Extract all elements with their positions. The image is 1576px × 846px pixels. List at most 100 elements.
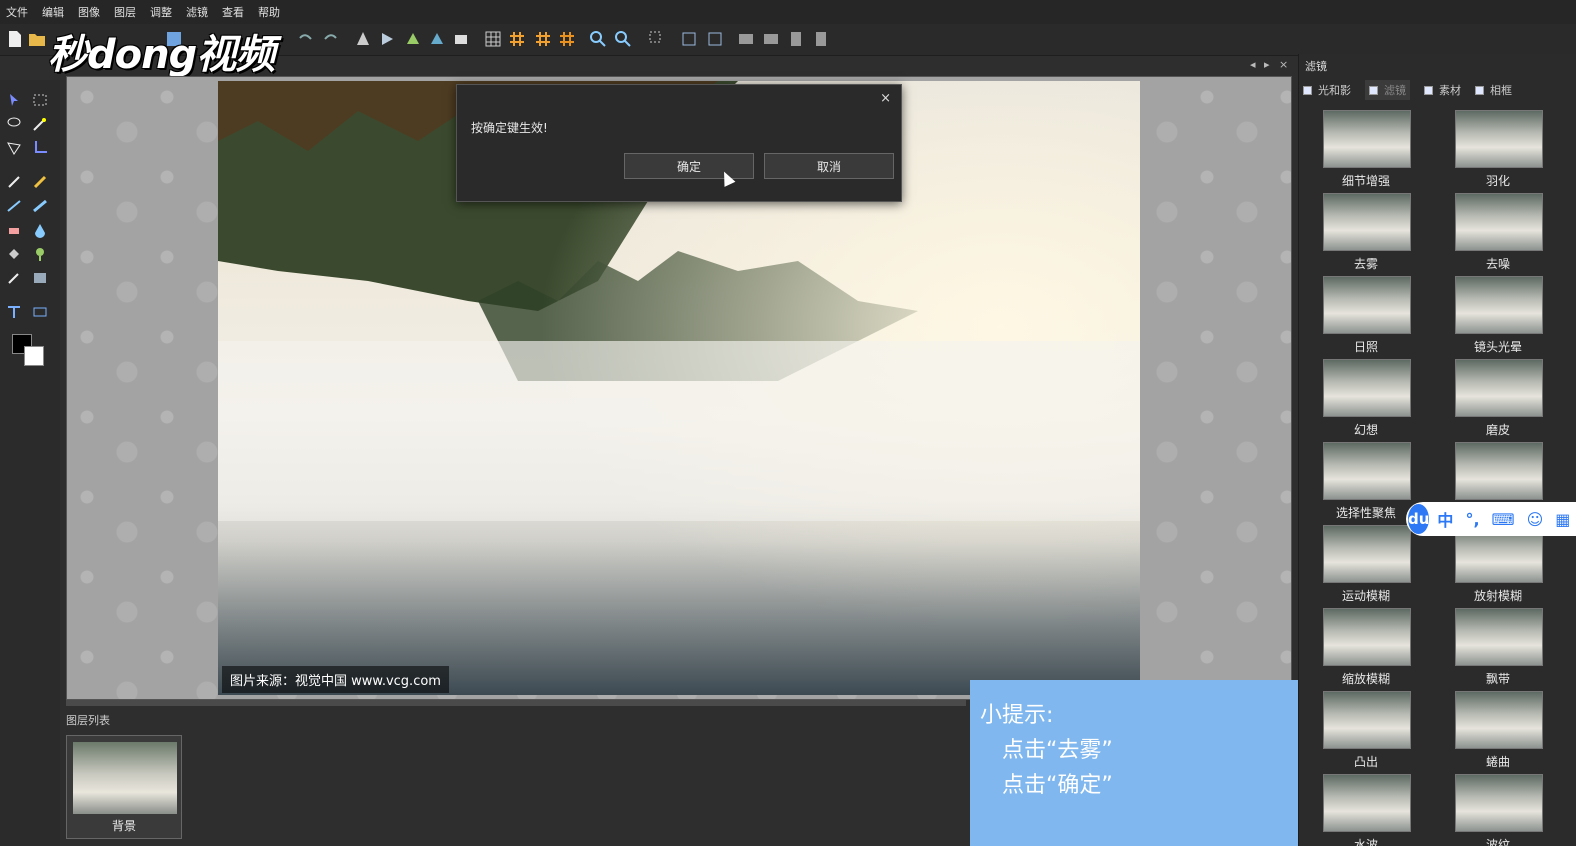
- layer-item[interactable]: 背景: [66, 735, 182, 839]
- dodge-tool-icon[interactable]: [32, 246, 48, 262]
- panel-title: 滤镜: [1305, 60, 1327, 73]
- filter-item[interactable]: 去噪: [1443, 193, 1553, 273]
- filter-item[interactable]: 波纹: [1443, 774, 1553, 846]
- filter-label: 去噪: [1485, 257, 1510, 271]
- grid-orange-3-icon[interactable]: [558, 30, 576, 48]
- next-icon[interactable]: ▸: [1264, 58, 1270, 71]
- filter-label: 放射模糊: [1473, 589, 1522, 603]
- filter-item[interactable]: 凸出: [1311, 691, 1421, 771]
- background-color-swatch[interactable]: [24, 346, 44, 366]
- new-file-icon[interactable]: [6, 30, 24, 48]
- menu-file[interactable]: 文件: [6, 4, 28, 20]
- fill-tool-icon[interactable]: [6, 246, 22, 262]
- filter-item[interactable]: 幻想: [1311, 359, 1421, 439]
- shape-tool-icon[interactable]: [32, 304, 48, 320]
- filter-item[interactable]: 选择性聚焦: [1311, 442, 1421, 522]
- filter-thumbnail: [1323, 110, 1411, 168]
- brush-tool-icon[interactable]: [32, 198, 48, 214]
- filter-thumbnail: [1455, 442, 1543, 500]
- punctuation-icon[interactable]: °,: [1465, 510, 1479, 529]
- redo-icon[interactable]: [322, 30, 340, 48]
- grid-orange-icon[interactable]: [508, 30, 526, 48]
- lasso-tool-icon[interactable]: [6, 116, 22, 132]
- marquee-tool-icon[interactable]: [32, 92, 48, 108]
- crop-icon[interactable]: [680, 30, 698, 48]
- rotate-left-icon[interactable]: [404, 30, 422, 48]
- checkbox-icon: [1424, 85, 1433, 95]
- filter-item[interactable]: 羽化: [1443, 110, 1553, 190]
- grid-orange-2-icon[interactable]: [534, 30, 552, 48]
- filter-item[interactable]: 镜头光晕: [1443, 276, 1553, 356]
- dialog-close-button[interactable]: ×: [880, 91, 891, 106]
- play-icon[interactable]: [378, 30, 396, 48]
- flip-icon[interactable]: [354, 30, 372, 48]
- align-top-icon[interactable]: [787, 30, 805, 48]
- magic-wand-icon[interactable]: [32, 116, 48, 132]
- keyboard-icon[interactable]: ⌨: [1492, 510, 1515, 529]
- transform-icon[interactable]: [452, 30, 470, 48]
- user-icon[interactable]: ☺: [1527, 510, 1544, 529]
- menu-view[interactable]: 查看: [222, 4, 244, 20]
- tab-material[interactable]: 素材: [1424, 80, 1461, 100]
- pen-tool-icon[interactable]: [6, 174, 22, 190]
- resize-icon[interactable]: [706, 30, 724, 48]
- prev-icon[interactable]: ◂: [1250, 58, 1256, 71]
- cancel-button[interactable]: 取消: [764, 153, 894, 179]
- filter-thumbnail: [1323, 525, 1411, 583]
- filter-item[interactable]: 磨皮: [1443, 359, 1553, 439]
- align-right-icon[interactable]: [762, 30, 780, 48]
- open-folder-icon[interactable]: [28, 30, 46, 48]
- tab-filter[interactable]: 滤镜: [1365, 80, 1410, 100]
- close-icon[interactable]: ×: [1279, 58, 1288, 71]
- clone-tool-icon[interactable]: [6, 270, 22, 286]
- filter-item[interactable]: 日照: [1311, 276, 1421, 356]
- undo-icon[interactable]: [296, 30, 314, 48]
- ime-toolbar[interactable]: du 中 °, ⌨ ☺ ▦: [1406, 502, 1576, 536]
- zoom-in-icon[interactable]: [589, 30, 607, 48]
- menu-image[interactable]: 图像: [78, 4, 100, 20]
- grid-menu-icon[interactable]: ▦: [1555, 510, 1570, 529]
- menu-filter[interactable]: 滤镜: [186, 4, 208, 20]
- pencil-tool-icon[interactable]: [32, 174, 48, 190]
- align-left-icon[interactable]: [737, 30, 755, 48]
- filter-thumbnail: [1455, 110, 1543, 168]
- filter-item[interactable]: 缩放模糊: [1311, 608, 1421, 688]
- filter-item[interactable]: 蜷曲: [1443, 691, 1553, 771]
- tab-light-shadow[interactable]: 光和影: [1303, 80, 1351, 100]
- crop-tool-icon[interactable]: [32, 140, 48, 156]
- menu-help[interactable]: 帮助: [258, 4, 280, 20]
- filter-thumbnail: [1455, 193, 1543, 251]
- filter-item[interactable]: 细节增强: [1311, 110, 1421, 190]
- rotate-right-icon[interactable]: [428, 30, 446, 48]
- line-tool-icon[interactable]: [6, 198, 22, 214]
- polygon-lasso-icon[interactable]: [6, 140, 22, 156]
- filter-item[interactable]: 水波: [1311, 774, 1421, 846]
- baidu-ime-icon[interactable]: du: [1408, 504, 1430, 534]
- filter-item[interactable]: 运动模糊: [1311, 525, 1421, 605]
- filter-label: 运动模糊: [1341, 589, 1390, 603]
- filter-thumbnail: [1455, 691, 1543, 749]
- text-tool-icon[interactable]: [6, 304, 22, 320]
- filter-item[interactable]: 放射模糊: [1443, 525, 1553, 605]
- menu-adjust[interactable]: 调整: [150, 4, 172, 20]
- gradient-tool-icon[interactable]: [32, 270, 48, 286]
- layer-list-title: 图层列表: [66, 714, 110, 727]
- filter-item[interactable]: 飘带: [1443, 608, 1553, 688]
- filter-label: 水波: [1353, 838, 1378, 846]
- filter-item[interactable]: 去雾: [1311, 193, 1421, 273]
- filter-thumbnail: [1323, 774, 1411, 832]
- blur-tool-icon[interactable]: [32, 222, 48, 238]
- menu-edit[interactable]: 编辑: [42, 4, 64, 20]
- tab-frame[interactable]: 相框: [1475, 80, 1512, 100]
- zoom-out-icon[interactable]: [614, 30, 632, 48]
- align-bottom-icon[interactable]: [812, 30, 830, 48]
- horizontal-scrollbar[interactable]: [66, 700, 966, 706]
- menu-layer[interactable]: 图层: [114, 4, 136, 20]
- ok-button[interactable]: 确定: [624, 153, 754, 179]
- eraser-tool-icon[interactable]: [6, 222, 22, 238]
- move-tool-icon[interactable]: [6, 92, 22, 108]
- layer-name: 背景: [111, 819, 136, 833]
- select-tool-icon[interactable]: [648, 30, 666, 48]
- grid-icon[interactable]: [484, 30, 502, 48]
- ime-lang-toggle[interactable]: 中: [1437, 507, 1453, 531]
